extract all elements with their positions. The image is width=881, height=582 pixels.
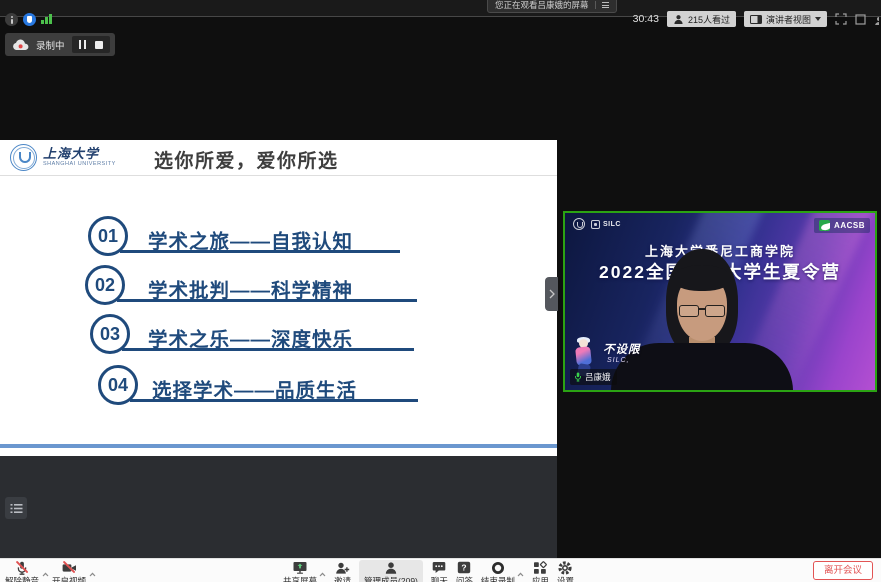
slide-title: 选你所爱，爱你所选 (154, 146, 339, 173)
manage-members-button[interactable]: 管理成员(209) (359, 560, 423, 582)
recording-label: 录制中 (36, 38, 65, 52)
item-text: 学术之乐——深度快乐 (148, 323, 353, 352)
view-mode-chip[interactable]: 演讲者视图 (744, 11, 827, 27)
gear-icon (558, 561, 572, 575)
video-slogan: 不设限 (603, 341, 641, 357)
recording-options-chevron[interactable] (517, 564, 524, 582)
svg-text:?: ? (462, 563, 467, 573)
silc-mark-icon (591, 220, 600, 229)
share-options-chevron[interactable] (319, 564, 326, 582)
pause-recording-button[interactable] (79, 40, 87, 49)
settings-button[interactable]: 设置 (557, 561, 574, 582)
university-name-cn: 上海大学 (43, 143, 99, 162)
end-recording-button[interactable]: 结束录制 (481, 561, 515, 582)
slide-item-2: 02 学术批判——科学精神 (0, 265, 557, 309)
item-text: 选择学术——品质生活 (152, 374, 357, 403)
mic-options-chevron[interactable] (42, 564, 49, 582)
slide-item-1: 01 学术之旅——自我认知 (0, 216, 557, 260)
unmute-button[interactable]: 解除静音 (5, 561, 39, 582)
bottom-toolbar: 解除静音 开启视频 共享屏幕 (0, 558, 881, 582)
shanghai-university-logo (10, 144, 37, 171)
meeting-controls: 共享屏幕 邀请 管理成员(209) 聊天 (283, 561, 574, 582)
watching-banner[interactable]: 您正在观看吕康娥的屏幕 (487, 0, 617, 13)
share-screen-button[interactable]: 共享屏幕 (283, 561, 317, 582)
slide-item-3: 03 学术之乐——深度快乐 (0, 314, 557, 358)
list-icon (10, 503, 23, 514)
record-ring-icon (491, 561, 505, 575)
fullscreen-button[interactable] (835, 13, 847, 25)
person-icon (874, 16, 879, 25)
recording-controls (72, 36, 111, 53)
invite-icon (335, 561, 350, 575)
video-slogan-sub: SILC, (607, 357, 630, 364)
chat-icon (432, 561, 446, 574)
item-number-circle: 02 (85, 265, 125, 305)
speaker-video-tile[interactable]: SILC AACSB 上海大学悉尼工商学院 2022全国优秀大学生夏令营 不设限… (563, 211, 877, 392)
video-panel-collapse-tab[interactable] (545, 277, 558, 311)
attendees-icon (673, 14, 684, 25)
meeting-timer: 30:43 (633, 13, 659, 25)
aacsb-badge-text: AACSB (834, 221, 865, 230)
top-right-controls: 30:43 215人看过 演讲者视图 (633, 11, 879, 27)
start-video-button[interactable]: 开启视频 (52, 561, 86, 582)
view-mode-label: 演讲者视图 (766, 13, 811, 26)
aacsb-mark-icon (819, 220, 830, 231)
list-toggle-button[interactable] (5, 497, 27, 519)
shared-screen-slide: 上海大学 SHANGHAI UNIVERSITY 选你所爱，爱你所选 01 学术… (0, 140, 557, 456)
network-signal-icon[interactable] (41, 14, 52, 25)
slide-bottom-rule (0, 444, 557, 448)
layout-icon (750, 15, 762, 24)
item-number-circle: 03 (90, 314, 130, 354)
restore-window-button[interactable] (855, 14, 866, 25)
meeting-info-icon[interactable] (5, 13, 18, 26)
invite-button[interactable]: 邀请 (334, 561, 351, 582)
slide-header: 上海大学 SHANGHAI UNIVERSITY 选你所爱，爱你所选 (0, 140, 557, 176)
chevron-down-icon (815, 17, 821, 21)
silc-logo: SILC (591, 220, 621, 229)
attendee-count-chip[interactable]: 215人看过 (667, 11, 736, 27)
aacsb-badge: AACSB (814, 218, 870, 233)
qa-icon: ? (457, 561, 471, 574)
silc-logo-text: SILC (603, 221, 621, 228)
mic-on-icon (574, 372, 582, 382)
item-text: 学术之旅——自我认知 (148, 225, 353, 254)
item-number-circle: 04 (98, 365, 138, 405)
apps-button[interactable]: 应用 (532, 561, 549, 582)
banner-menu-icon[interactable] (602, 2, 609, 8)
slide-item-4: 04 选择学术——品质生活 (0, 365, 557, 409)
apps-grid-icon (533, 561, 547, 575)
video-logos: SILC (573, 218, 621, 230)
banner-divider (595, 1, 596, 9)
chat-button[interactable]: 聊天 (431, 561, 448, 582)
stop-recording-button[interactable] (95, 41, 103, 49)
university-emblem-icon (573, 218, 585, 230)
item-number-circle: 01 (88, 216, 128, 256)
attendee-count-label: 215人看过 (688, 13, 730, 26)
audio-video-controls: 解除静音 开启视频 (5, 561, 96, 582)
chevron-right-icon (549, 289, 555, 299)
meeting-window: 您正在观看吕康娥的屏幕 30:43 215人看过 演讲者视图 录制中 (0, 0, 881, 582)
shared-screen-lower-area (0, 456, 557, 558)
window-icon (855, 14, 866, 25)
speaker-name-tag: 吕康娥 (570, 369, 617, 385)
camera-options-chevron[interactable] (89, 564, 96, 582)
speaker-glasses (679, 305, 725, 318)
watching-banner-text: 您正在观看吕康娥的屏幕 (495, 0, 589, 13)
fullscreen-icon (835, 13, 847, 25)
cloud-recording-icon (12, 39, 29, 51)
leave-meeting-button[interactable]: 离开会议 (813, 561, 873, 580)
item-text: 学术批判——科学精神 (148, 274, 353, 303)
recording-indicator: 录制中 (5, 33, 115, 56)
speaker-bangs (673, 265, 731, 291)
university-name-en: SHANGHAI UNIVERSITY (43, 161, 116, 167)
meeting-protection-icon[interactable] (23, 13, 36, 26)
speaker-name: 吕康娥 (585, 371, 611, 383)
clipped-member-button[interactable] (874, 14, 879, 25)
status-icons (5, 13, 52, 26)
share-screen-icon (293, 561, 307, 574)
qa-button[interactable]: ? 问答 (456, 561, 473, 582)
members-icon (384, 561, 398, 575)
